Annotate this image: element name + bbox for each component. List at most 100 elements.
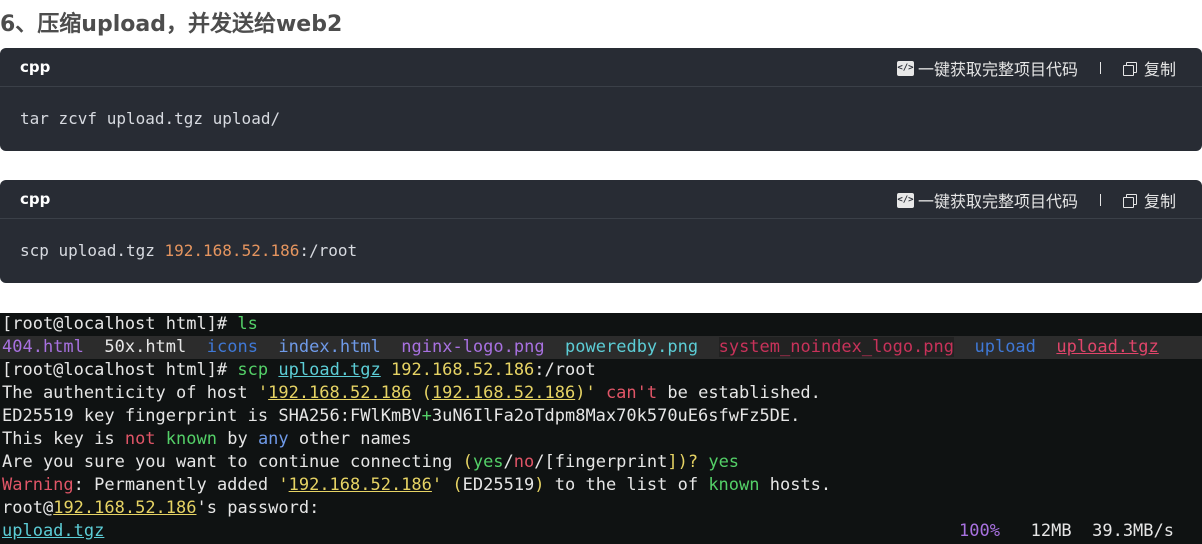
code-language-label: cpp (20, 190, 51, 208)
file-entry: upload.tgz (1056, 337, 1159, 357)
text: / (503, 452, 514, 472)
code-icon: </> (896, 60, 914, 76)
code-language-label: cpp (20, 58, 51, 76)
text: fingerprint (554, 452, 668, 472)
copy-label: 复制 (1143, 192, 1176, 211)
text: 192.168.52.186 (431, 383, 576, 403)
text: This key is (2, 429, 125, 449)
text: ( (411, 383, 432, 403)
text: ) (575, 383, 586, 403)
code-actions: </> 一键获取完整项目代码 复制 (896, 56, 1176, 80)
code-ip: 192.168.52.186 (164, 241, 300, 260)
text: : (339, 406, 351, 426)
text: FWlKmBV (350, 406, 422, 426)
terminal-line-files: 404.html 50x.html icons index.html nginx… (0, 336, 1202, 359)
file-entry: 404.html (2, 337, 84, 357)
transfer-rate: 39.3MB/s (1092, 521, 1174, 541)
get-full-code-label: 一键获取完整项目代码 (917, 60, 1078, 79)
text: + (421, 406, 432, 426)
text: yes (708, 452, 740, 472)
terminal-line-fingerprint: ED25519 key fingerprint is SHA256:FWlKmB… (0, 405, 1202, 428)
text: ED25519 key fingerprint is SHA256 (2, 406, 340, 426)
text: any (257, 429, 289, 449)
text: 192.168.52.186 (268, 383, 412, 403)
section-heading: 6、压缩upload，并发送给web2 (0, 12, 343, 37)
file-entry: system_noindex_logo.png (718, 337, 954, 357)
terminal-line-ls: [root@localhost html]# ls (0, 313, 1202, 336)
text: 192.168.52.186 (53, 498, 197, 518)
text: root (2, 498, 43, 518)
text: 3uN6IlFa2oTdpm8Max70k570uE6sfwFz5DE. (431, 406, 801, 426)
code-text: :/root (299, 241, 358, 260)
get-full-code-button[interactable]: </> 一键获取完整项目代码 (896, 188, 1078, 212)
text: ' (278, 475, 289, 495)
file-entry: index.html (278, 337, 381, 357)
text: 192.168.52.186 (288, 475, 432, 495)
file-entry: poweredby.png (565, 337, 699, 357)
code-content: tar zcvf upload.tgz upload/ (0, 87, 1202, 151)
command-arg: upload.tgz (278, 360, 381, 380)
code-block-header: cpp </> 一键获取完整项目代码 复制 (0, 48, 1202, 87)
terminal-line-password: root@192.168.52.186's password: (0, 497, 1202, 520)
text: ( (462, 452, 473, 472)
text: no (513, 452, 535, 472)
divider (1099, 62, 1101, 74)
code-actions: </> 一键获取完整项目代码 复制 (896, 188, 1176, 212)
text: ) (534, 475, 545, 495)
command: ls (237, 314, 258, 334)
text: ( (442, 475, 463, 495)
code-content: scp upload.tgz 192.168.52.186:/root (0, 219, 1202, 283)
text: by (216, 429, 258, 449)
terminal-line-confirm: Are you sure you want to continue connec… (0, 451, 1202, 474)
copy-button[interactable]: 复制 (1122, 188, 1176, 212)
file-entry: icons (206, 337, 258, 357)
text: Warning (2, 475, 74, 495)
get-full-code-label: 一键获取完整项目代码 (917, 192, 1078, 211)
text: other names (288, 429, 412, 449)
text: yes (472, 452, 504, 472)
copy-icon (1122, 61, 1137, 76)
code-block-header: cpp </> 一键获取完整项目代码 复制 (0, 180, 1202, 219)
file-entry: upload (974, 337, 1036, 357)
text: ED25519 (462, 475, 535, 495)
file-entry: 50x.html (104, 337, 187, 357)
command: scp (237, 360, 269, 380)
terminal-line-authenticity: The authenticity of host '192.168.52.186… (0, 382, 1202, 405)
prompt: [root@localhost html]# (2, 314, 228, 334)
divider (1099, 194, 1101, 206)
text: not (124, 429, 156, 449)
text: can' (595, 383, 647, 403)
code-line: tar zcvf upload.tgz upload/ (20, 109, 281, 128)
text: hosts. (759, 475, 832, 495)
text: : Permanently added (73, 475, 279, 495)
code-block-tar: cpp </> 一键获取完整项目代码 复制 tar zcvf upload.tg… (0, 48, 1202, 151)
transfer-file: upload.tgz (2, 521, 105, 541)
copy-icon (1122, 193, 1137, 208)
terminal-line-scp: [root@localhost html]# scp upload.tgz 19… (0, 359, 1202, 382)
code-icon: </> (896, 192, 914, 208)
code-text: scp upload.tgz (20, 241, 165, 260)
terminal-line-progress: upload.tgz 100% 12MB 39.3MB/s (0, 520, 1202, 543)
text: be established. (657, 383, 821, 403)
text: known (708, 475, 760, 495)
terminal-output: [root@localhost html]# ls 404.html 50x.h… (0, 313, 1202, 544)
text: The authenticity of host (2, 383, 258, 403)
command-arg: 192.168.52.186 (391, 360, 535, 380)
text: /[ (534, 452, 555, 472)
get-full-code-button[interactable]: </> 一键获取完整项目代码 (896, 56, 1078, 80)
transfer-size: 12MB (1030, 521, 1072, 541)
terminal-line-key: This key is not known by any other names (0, 428, 1202, 451)
copy-button[interactable]: 复制 (1122, 56, 1176, 80)
text: ' (257, 383, 269, 403)
transfer-percent: 100% (959, 521, 1000, 541)
text: t (646, 383, 658, 403)
file-entry: nginx-logo.png (401, 337, 545, 357)
text: ' (585, 383, 596, 403)
command-arg: :/root (534, 360, 596, 380)
text: @ (42, 498, 54, 518)
text: Are you sure you want to continue connec… (2, 452, 463, 472)
text: known (165, 429, 217, 449)
transfer-stats: 100% 12MB 39.3MB/s (959, 520, 1174, 543)
text: to the list of (544, 475, 709, 495)
copy-label: 复制 (1143, 60, 1176, 79)
